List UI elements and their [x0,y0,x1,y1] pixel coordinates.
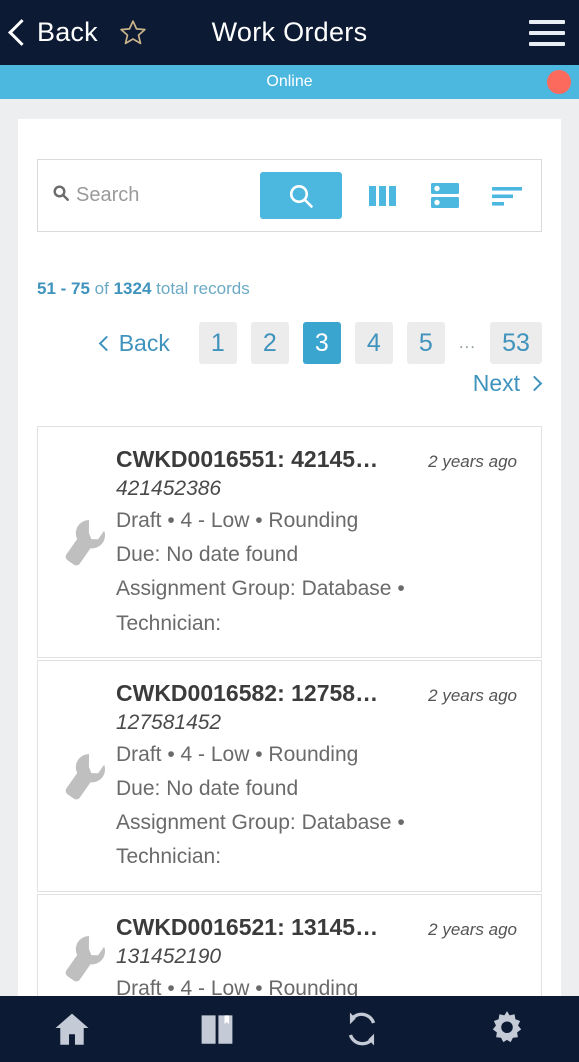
back-button[interactable]: Back [8,19,98,46]
back-button-label: Back [37,17,98,47]
record-title: CWKD0016551: 42145… [116,446,379,472]
chevron-right-icon [526,375,543,392]
record-total: 1324 [113,279,152,298]
list-view-icon[interactable] [424,174,466,218]
record-technician: Technician: [116,611,222,635]
nav-home-button[interactable] [0,996,145,1062]
record-subtitle: 131452190 [116,944,222,968]
pagination-page-3[interactable]: 3 [302,322,341,364]
record-header: CWKD0016551: 42145… 2 years ago [116,446,531,473]
pagination-next-label: Next [472,370,520,396]
record-range: 51 - 75 [37,279,90,298]
hamburger-line [529,41,565,46]
record-header: CWKD0016521: 13145… 2 years ago [116,914,531,941]
record-body: CWKD0016521: 13145… 2 years ago 13145219… [116,914,531,1003]
hamburger-line [529,19,565,24]
search-field[interactable] [52,184,260,207]
home-icon [55,1013,89,1045]
record-timestamp: 2 years ago [428,452,517,471]
record-subtitle: 421452386 [116,477,222,500]
search-input[interactable] [76,184,260,207]
app-root: Back Work Orders Online Search 51 - 75 o… [0,0,579,1062]
pagination-back-label: Back [118,329,170,356]
sort-filter-glyph [492,186,522,206]
record-timestamp: 2 years ago [428,919,517,939]
sort-filter-icon[interactable] [486,174,528,218]
book-icon [201,1015,233,1044]
hamburger-line [529,30,565,35]
table-row[interactable]: CWKD0016582: 12758… 2 years ago 12758145… [37,659,542,892]
wrench-glyph [65,936,105,982]
record-assignment-group: Assignment Group: Database • [116,811,405,835]
columns-icon[interactable] [362,174,404,218]
pagination-page-1[interactable]: 1 [198,322,237,364]
record-subtitle: 127581452 [116,710,222,734]
record-assignment-group: Assignment Group: Database • [116,577,405,601]
search-bar [37,159,542,232]
record-technician: Technician: [116,845,222,869]
pagination: Back 1 2 3 4 5 ... 53 [37,322,542,364]
pagination-back-button[interactable]: Back [98,329,170,357]
table-row[interactable]: CWKD0016551: 42145… 2 years ago 42145238… [37,426,542,658]
record-header: CWKD0016582: 12758… 2 years ago [116,680,531,707]
pagination-page-2[interactable]: 2 [250,322,289,364]
hamburger-menu-icon[interactable] [529,19,565,46]
nav-settings-button[interactable] [434,996,579,1062]
record-title: CWKD0016521: 13145… [116,913,379,940]
connection-status-bar: Online [0,65,579,99]
nav-sync-button[interactable] [290,996,435,1062]
search-icon [52,184,70,207]
page-body: 51 - 75 of 1324 total records Back 1 2 3… [0,99,579,1062]
record-due-date: Due: No date found [116,776,299,800]
record-state-priority: Draft • 4 - Low • Rounding [116,742,359,766]
wrench-icon [54,750,116,802]
pagination-last-page[interactable]: 53 [490,322,542,364]
pagination-next-row: Next [37,370,543,397]
pagination-ellipsis: ... [458,333,476,352]
record-due-date: Due: No date found [116,543,299,567]
wrench-icon [54,516,116,568]
work-order-list: CWKD0016551: 42145… 2 years ago 42145238… [37,426,542,1023]
chevron-left-icon [98,335,114,351]
record-state-priority: Draft • 4 - Low • Rounding [116,509,359,532]
settings-gear-icon [492,1011,521,1043]
record-count-summary: 51 - 75 of 1324 total records [37,279,542,299]
wrench-glyph [65,520,105,566]
pagination-next-button[interactable]: Next [472,370,543,397]
record-title: CWKD0016582: 12758… [116,679,379,706]
record-suffix-label: total records [156,279,250,298]
search-submit-button[interactable] [260,172,342,219]
record-body: CWKD0016582: 12758… 2 years ago 12758145… [116,680,531,872]
list-view-glyph [431,182,459,208]
top-header: Back Work Orders [0,0,579,65]
connection-status-label: Online [266,73,313,90]
bottom-navigation [0,996,579,1062]
magnifier-icon [289,184,313,208]
status-indicator-dot[interactable] [547,70,571,94]
star-outline-icon[interactable] [118,18,148,47]
pagination-page-4[interactable]: 4 [354,322,393,364]
record-of-label: of [94,279,109,298]
chevron-left-icon [8,19,35,46]
record-timestamp: 2 years ago [428,685,517,705]
pagination-page-5[interactable]: 5 [406,322,445,364]
nav-catalog-button[interactable] [145,996,290,1062]
columns-glyph [369,185,396,206]
sync-icon [348,1012,376,1046]
wrench-glyph [65,753,105,799]
wrench-icon [54,932,116,984]
record-body: CWKD0016551: 42145… 2 years ago 42145238… [116,446,531,638]
content-panel: 51 - 75 of 1324 total records Back 1 2 3… [18,119,561,1059]
